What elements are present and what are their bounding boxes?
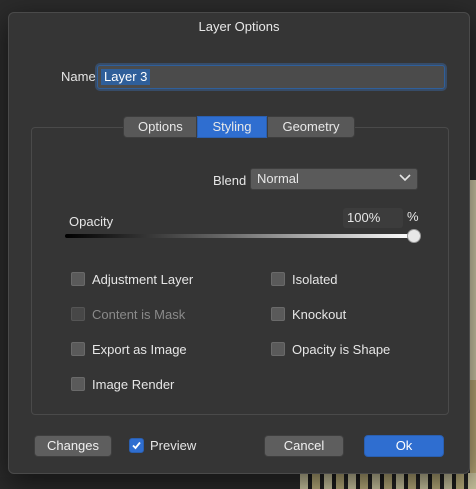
layer-options-dialog: Layer Options Name Layer 3 Options Styli… xyxy=(8,12,470,474)
isolated-label: Isolated xyxy=(292,271,338,287)
dialog-title: Layer Options xyxy=(198,19,280,34)
opacity-slider-handle[interactable] xyxy=(407,229,421,243)
name-input[interactable]: Layer 3 xyxy=(97,65,445,89)
preview-checkbox[interactable]: Preview xyxy=(129,438,196,453)
cancel-button[interactable]: Cancel xyxy=(264,435,344,457)
knockout-label: Knockout xyxy=(292,306,347,322)
tab-options[interactable]: Options xyxy=(123,116,197,138)
adjustment-layer-label: Adjustment Layer xyxy=(92,271,194,287)
image-render-label: Image Render xyxy=(92,376,175,392)
checkbox-box xyxy=(71,307,85,321)
preview-label: Preview xyxy=(150,438,197,453)
background-artwork xyxy=(300,473,476,489)
tab-bar: Options Styling Geometry xyxy=(123,116,355,138)
blend-mode-select[interactable]: Normal xyxy=(250,168,418,190)
export-as-image-label: Export as Image xyxy=(92,341,187,357)
knockout-checkbox[interactable]: Knockout xyxy=(271,306,346,322)
image-render-checkbox[interactable]: Image Render xyxy=(71,376,174,392)
adjustment-layer-checkbox[interactable]: Adjustment Layer xyxy=(71,271,193,287)
name-row: Name Layer 3 xyxy=(9,65,469,89)
isolated-checkbox[interactable]: Isolated xyxy=(271,271,338,287)
blend-label: Blend xyxy=(213,173,247,188)
opacity-value: 100% xyxy=(347,210,381,225)
blend-mode-value: Normal xyxy=(257,171,299,186)
checkbox-box[interactable] xyxy=(71,377,85,391)
opacity-label: Opacity xyxy=(69,214,114,229)
name-label: Name xyxy=(61,69,96,84)
checkmark-icon xyxy=(132,441,141,450)
opacity-unit: % xyxy=(407,209,419,224)
content-is-mask-label: Content is Mask xyxy=(92,306,186,322)
content-is-mask-checkbox: Content is Mask xyxy=(71,306,185,322)
opacity-is-shape-label: Opacity is Shape xyxy=(292,341,391,357)
tab-styling[interactable]: Styling xyxy=(197,116,267,138)
changes-button[interactable]: Changes xyxy=(34,435,112,457)
preview-check-box[interactable] xyxy=(129,438,144,453)
tab-geometry[interactable]: Geometry xyxy=(267,116,355,138)
ok-button[interactable]: Ok xyxy=(364,435,444,457)
checkbox-box[interactable] xyxy=(71,272,85,286)
chevron-down-icon xyxy=(399,174,411,182)
checkbox-box[interactable] xyxy=(271,342,285,356)
export-as-image-checkbox[interactable]: Export as Image xyxy=(71,341,187,357)
opacity-slider-track[interactable] xyxy=(65,234,413,238)
checkbox-box[interactable] xyxy=(271,272,285,286)
name-input-value: Layer 3 xyxy=(101,69,151,85)
opacity-input[interactable]: 100% xyxy=(343,208,403,228)
opacity-is-shape-checkbox[interactable]: Opacity is Shape xyxy=(271,341,390,357)
checkbox-box[interactable] xyxy=(271,307,285,321)
checkbox-box[interactable] xyxy=(71,342,85,356)
